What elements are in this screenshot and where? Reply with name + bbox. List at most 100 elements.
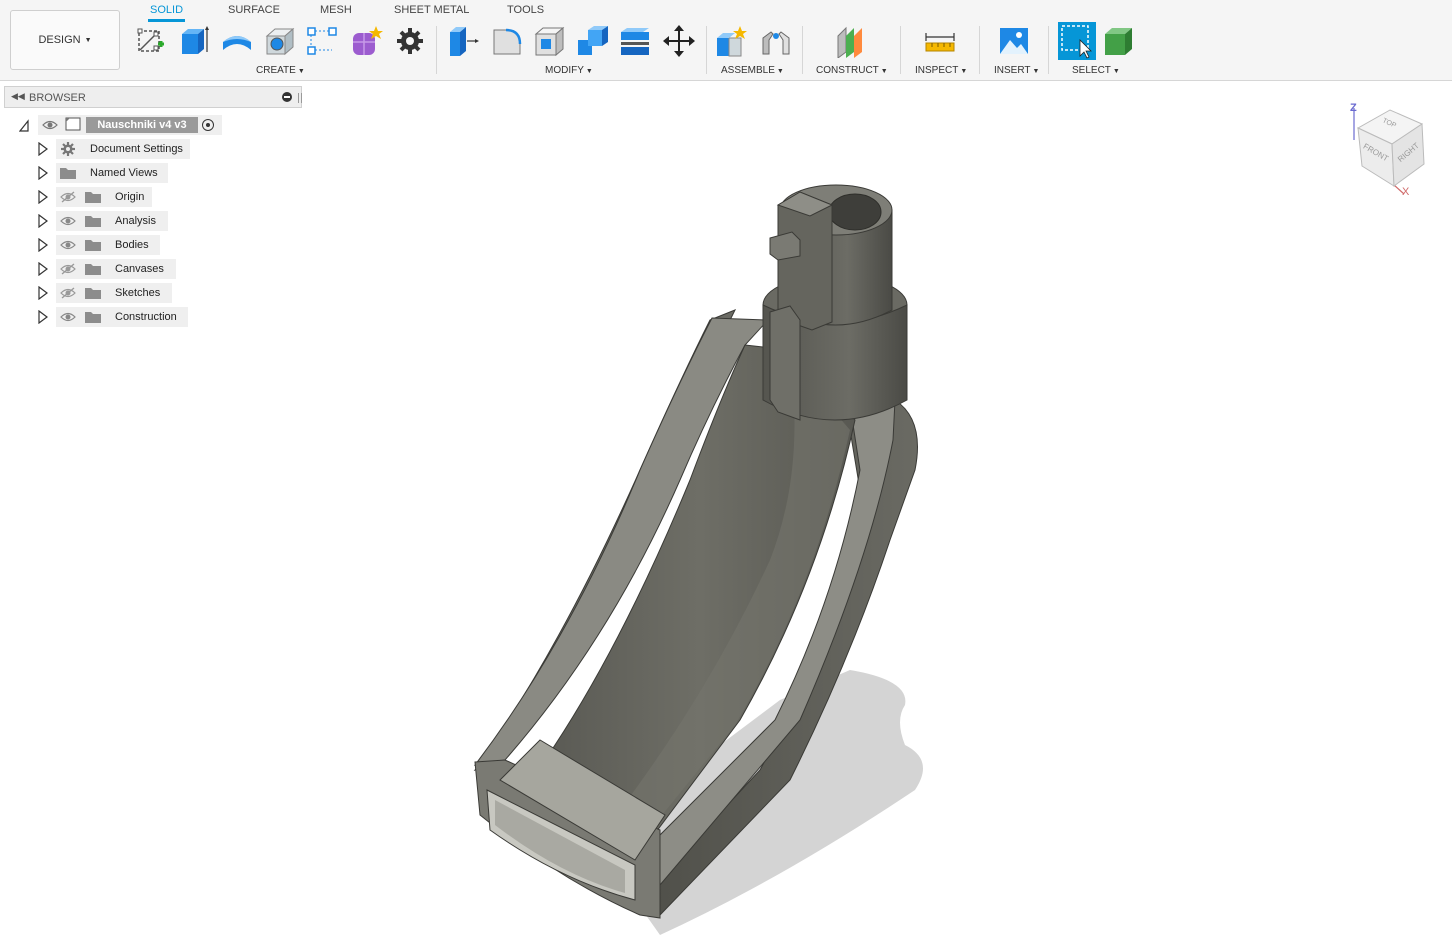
extrude-icon	[182, 26, 209, 54]
new-component-button[interactable]	[714, 24, 748, 58]
select-window-icon	[1061, 25, 1092, 59]
insert-menu[interactable]: INSERT ▼	[994, 65, 1039, 76]
tree-item-label: Analysis	[115, 215, 156, 227]
shell-inner-channel	[544, 344, 856, 841]
eye-hidden-icon[interactable]	[60, 287, 76, 299]
tree-item-expander[interactable]	[38, 190, 48, 204]
tab-solid[interactable]: SOLID	[148, 3, 186, 22]
tab-mesh[interactable]: MESH	[318, 3, 354, 19]
folder-icon	[59, 166, 77, 180]
tab-tools[interactable]: TOOLS	[505, 3, 546, 19]
post-collar-top	[762, 274, 908, 336]
tree-item-label: Bodies	[115, 239, 149, 251]
assemble-menu[interactable]: ASSEMBLE ▼	[721, 65, 784, 76]
construct-menu[interactable]: CONSTRUCT ▼	[816, 65, 888, 76]
viewcube[interactable]: Z X TOP FRONT RIGHT	[1344, 100, 1434, 200]
revolve-button[interactable]	[220, 24, 254, 58]
eye-icon[interactable]	[60, 239, 76, 251]
combine-icon	[578, 26, 608, 55]
create-menu[interactable]: CREATE ▼	[256, 65, 305, 76]
eye-icon[interactable]	[42, 119, 58, 131]
viewcube-z-label: Z	[1350, 102, 1357, 114]
tree-item-label: Origin	[115, 191, 145, 203]
workspace-switcher-button[interactable]: DESIGN ▼	[10, 10, 120, 70]
select-menu[interactable]: SELECT ▼	[1072, 65, 1120, 76]
root-expander[interactable]	[19, 118, 29, 132]
workspace-label: DESIGN	[38, 34, 81, 46]
panel-grip-handle[interactable]	[298, 93, 302, 103]
eye-hidden-icon[interactable]	[60, 191, 76, 203]
joint-icon	[762, 31, 790, 55]
shell-button[interactable]	[533, 24, 567, 58]
pattern-button[interactable]	[305, 24, 339, 58]
joint-button[interactable]	[759, 24, 793, 58]
toolbar-divider	[979, 26, 980, 74]
sketch-icon	[137, 28, 164, 52]
tab-surface[interactable]: SURFACE	[226, 3, 282, 19]
folder-icon	[84, 238, 102, 252]
toolbar-divider	[802, 26, 803, 74]
tree-item-expander[interactable]	[38, 262, 48, 276]
move-copy-button[interactable]	[662, 24, 696, 58]
tree-item-expander[interactable]	[38, 286, 48, 300]
create-sketch-button[interactable]	[134, 24, 168, 58]
post-hole	[828, 193, 882, 231]
combine-button[interactable]	[576, 24, 610, 58]
measure-button[interactable]	[923, 24, 957, 58]
insert-image-icon	[1000, 28, 1028, 54]
tree-item-expander[interactable]	[38, 166, 48, 180]
split-body-button[interactable]	[619, 24, 653, 58]
tree-item-expander[interactable]	[38, 142, 48, 156]
eye-icon[interactable]	[60, 311, 76, 323]
root-component-label[interactable]: Nauschniki v4 v3	[86, 117, 198, 133]
shell-inner-floor	[620, 360, 850, 830]
move-icon	[663, 25, 695, 57]
eye-icon[interactable]	[60, 215, 76, 227]
shell-end-bar	[499, 739, 666, 861]
form-icon	[353, 26, 383, 55]
gear-icon	[397, 28, 423, 54]
insert-canvas-button[interactable]	[997, 24, 1031, 58]
create-form-button[interactable]	[349, 24, 383, 58]
folder-icon	[84, 286, 102, 300]
document-icon	[64, 117, 82, 131]
shell-left-rim	[473, 317, 770, 766]
press-pull-button[interactable]	[446, 24, 480, 58]
tree-item-expander[interactable]	[38, 238, 48, 252]
offset-plane-button[interactable]	[834, 24, 868, 58]
tree-item-expander[interactable]	[38, 214, 48, 228]
post-lower-key	[769, 305, 801, 421]
hole-icon	[265, 27, 295, 56]
3d-model-viewport[interactable]	[0, 0, 1452, 943]
new-component-icon	[717, 26, 747, 57]
toolbar-divider	[706, 26, 707, 74]
browser-title: BROWSER	[29, 92, 86, 104]
shell-right-wall	[634, 399, 918, 916]
toolbar: DESIGN ▼ SOLID SURFACE MESH SHEET METAL …	[0, 0, 1452, 81]
hole-button[interactable]	[263, 24, 297, 58]
collapse-panel-icon[interactable]: ◀◀	[11, 91, 25, 102]
minimize-panel-icon[interactable]	[282, 92, 292, 102]
activate-radio-icon[interactable]	[202, 119, 214, 131]
fillet-button[interactable]	[490, 24, 524, 58]
tree-item-label: Sketches	[115, 287, 161, 299]
modify-menu[interactable]: MODIFY ▼	[545, 65, 593, 76]
tree-item-expander[interactable]	[38, 310, 48, 324]
press-pull-icon	[450, 27, 479, 56]
model-shadow	[600, 670, 923, 935]
tab-sheet-metal[interactable]: SHEET METAL	[392, 3, 471, 19]
eye-hidden-icon[interactable]	[60, 263, 76, 275]
post-key-nub	[769, 231, 801, 261]
extrude-button[interactable]	[176, 24, 210, 58]
folder-icon	[84, 262, 102, 276]
inspect-menu[interactable]: INSPECT ▼	[915, 65, 967, 76]
viewcube-icon	[1353, 108, 1425, 195]
create-more-button[interactable]	[393, 24, 427, 58]
tree-item-label: Construction	[115, 311, 177, 323]
post-collar-side	[762, 304, 908, 421]
tree-item-label: Canvases	[115, 263, 164, 275]
pattern-icon	[307, 27, 337, 55]
window-select-button[interactable]	[1058, 22, 1096, 60]
select-body-button[interactable]	[1102, 24, 1136, 58]
shell-end-opening	[486, 789, 636, 901]
